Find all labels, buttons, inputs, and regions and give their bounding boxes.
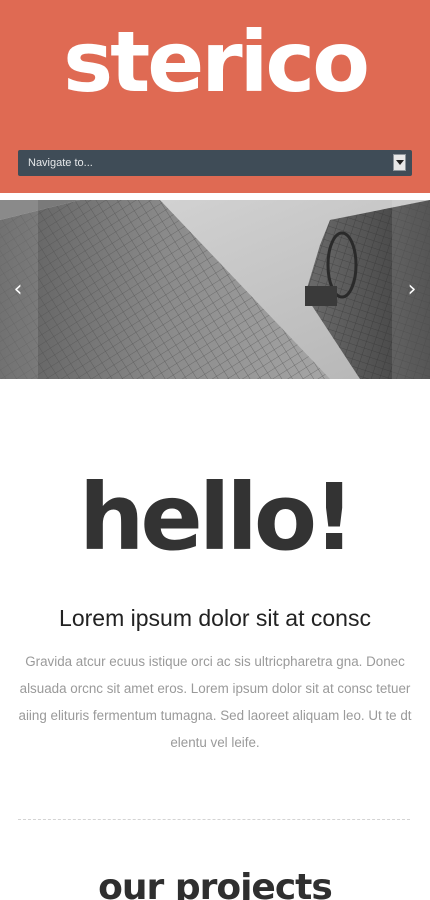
navigate-dropdown-label: Navigate to... xyxy=(28,157,93,169)
site-logo[interactable]: sterico xyxy=(0,12,430,112)
chevron-right-icon[interactable]: › xyxy=(402,278,422,302)
chevron-down-icon[interactable] xyxy=(393,154,406,171)
chevron-left-icon[interactable]: ‹ xyxy=(8,278,28,302)
navigate-dropdown[interactable]: Navigate to... xyxy=(18,150,412,176)
intro-subtitle: Lorem ipsum dolor sit at consc xyxy=(59,605,371,631)
site-header: sterico Navigate to... xyxy=(0,0,430,193)
page: sterico Navigate to... ‹ › hello! Lorem … xyxy=(0,0,430,900)
section-divider xyxy=(18,819,410,820)
hero-slider: ‹ › xyxy=(0,200,430,379)
intro-heading: hello! xyxy=(78,464,355,571)
projects-section-title: our projects xyxy=(98,867,333,900)
intro-body-text: Gravida atcur ecuus istique orci ac sis … xyxy=(18,654,412,750)
hero-slide-image xyxy=(0,200,430,379)
